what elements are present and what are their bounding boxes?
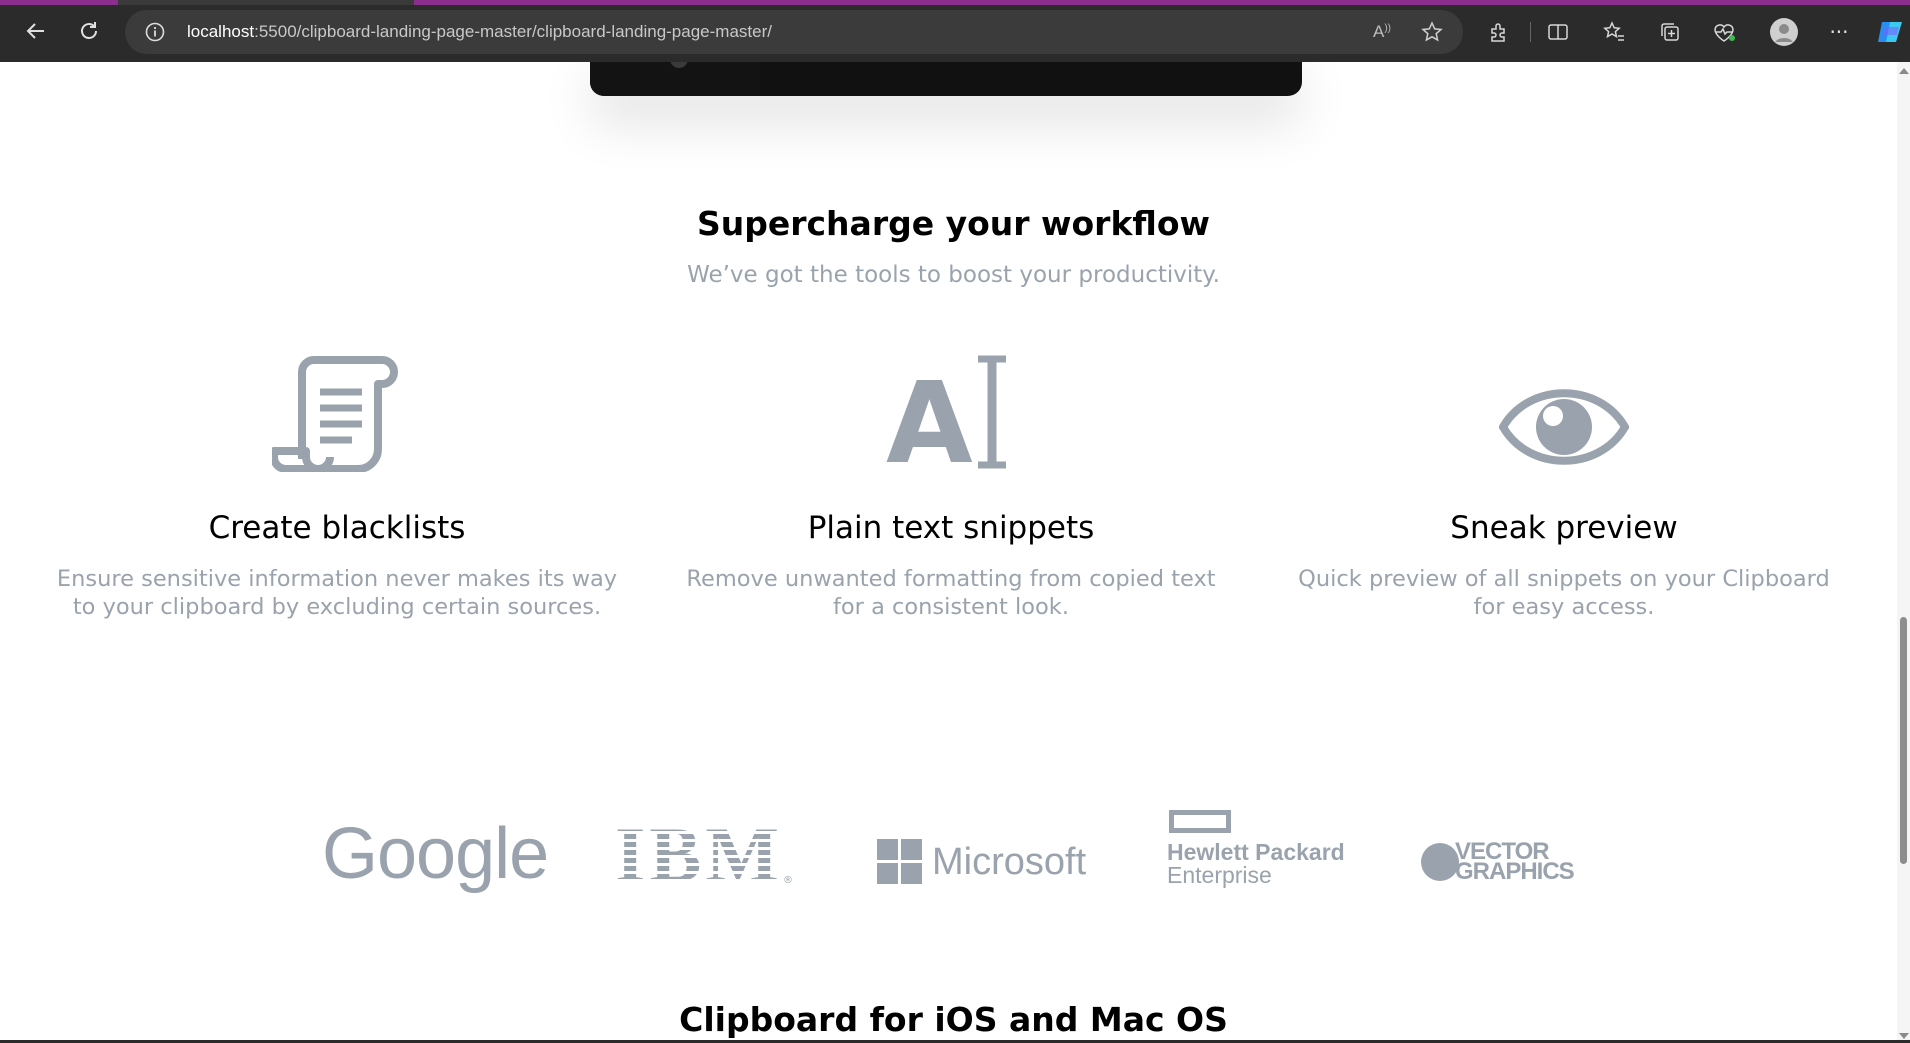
refresh-icon xyxy=(81,22,97,39)
feature-title: Sneak preview xyxy=(1450,510,1678,546)
vector-graphics-wordmark: VECTOR GRAPHICS xyxy=(1455,840,1575,885)
ibm-logo-text: IBM xyxy=(615,811,783,898)
google-logo: Google xyxy=(322,814,549,894)
active-tab-indicator[interactable] xyxy=(118,0,414,5)
ios-mac-section-title: Clipboard for iOS and Mac OS xyxy=(679,1000,1228,1039)
feature-description: Remove unwanted formatting from copied t… xyxy=(651,565,1251,621)
feature-desc-line: to your clipboard by excluding certain s… xyxy=(72,594,602,620)
vector-graphics-line2: GRAPHICS xyxy=(1455,858,1575,885)
browser-essentials-icon[interactable] xyxy=(1711,19,1737,45)
scroll-down-arrow[interactable] xyxy=(1899,1033,1909,1039)
more-options-icon[interactable]: ··· xyxy=(1826,19,1852,45)
read-aloud-label: A xyxy=(1372,22,1385,41)
url-host: localhost xyxy=(187,22,255,41)
collections-icon[interactable] xyxy=(1657,19,1683,45)
page-viewport: Supercharge your workflow We’ve got the … xyxy=(5,62,1902,1040)
url-path: :5500/clipboard-landing-page-master/clip… xyxy=(254,22,772,41)
favorite-star-icon[interactable] xyxy=(1420,20,1444,44)
toolbar-divider xyxy=(1530,22,1531,42)
device-mockup-image xyxy=(590,62,1302,96)
eye-icon xyxy=(1264,352,1864,472)
more-options-label: ··· xyxy=(1829,20,1849,44)
feature-title: Create blacklists xyxy=(208,510,466,546)
microsoft-logo: Microsoft xyxy=(877,832,1086,892)
feature-description: Ensure sensitive information never makes… xyxy=(37,565,637,621)
feature-desc-line: Quick preview of all snippets on your Cl… xyxy=(1298,566,1830,592)
scrollbar-thumb[interactable] xyxy=(1900,617,1907,864)
svg-text:A: A xyxy=(886,359,973,472)
extensions-icon[interactable] xyxy=(1486,19,1512,45)
feature-desc-line: for a consistent look. xyxy=(833,594,1069,620)
feature-desc-line: for easy access. xyxy=(1473,594,1655,620)
site-info-icon[interactable] xyxy=(145,22,165,42)
hpe-logo-line2: Enterprise xyxy=(1167,862,1272,888)
hpe-logo-line1: Hewlett Packard xyxy=(1167,839,1345,865)
hpe-logo: Hewlett Packard Enterprise xyxy=(1167,810,1345,887)
vertical-scrollbar[interactable] xyxy=(1897,62,1910,1043)
microsoft-logo-text: Microsoft xyxy=(932,840,1087,883)
tab-strip xyxy=(0,0,1910,5)
back-button[interactable] xyxy=(20,15,52,47)
split-screen-icon[interactable] xyxy=(1545,19,1571,45)
url-text[interactable]: localhost:5500/clipboard-landing-page-ma… xyxy=(187,22,772,42)
text-cursor-icon: A xyxy=(651,352,1251,472)
feature-desc-line: Remove unwanted formatting from copied t… xyxy=(686,566,1216,592)
address-bar[interactable]: localhost:5500/clipboard-landing-page-ma… xyxy=(125,10,1463,54)
vector-graphics-circle-icon xyxy=(1421,843,1459,881)
feature-desc-line: Ensure sensitive information never makes… xyxy=(56,566,618,592)
workflow-title: Supercharge your workflow xyxy=(696,204,1211,243)
blacklist-scroll-icon xyxy=(37,352,637,472)
hpe-rectangle-icon xyxy=(1169,810,1231,833)
scroll-up-arrow[interactable] xyxy=(1899,68,1909,74)
ibm-logo: IBM ® xyxy=(615,811,793,898)
read-aloud-icon[interactable]: A)) xyxy=(1370,20,1394,44)
workflow-subtitle: We’ve got the tools to boost your produc… xyxy=(687,262,1220,288)
vector-graphics-logo: VECTOR GRAPHICS xyxy=(1421,840,1575,885)
google-logo-text: Google xyxy=(322,814,549,894)
feature-description: Quick preview of all snippets on your Cl… xyxy=(1264,565,1864,621)
browser-toolbar: localhost:5500/clipboard-landing-page-ma… xyxy=(0,0,1910,62)
refresh-button[interactable] xyxy=(73,15,105,47)
copilot-icon[interactable] xyxy=(1875,19,1907,45)
microsoft-squares-icon xyxy=(877,839,922,884)
profile-avatar[interactable] xyxy=(1769,17,1799,47)
favorites-icon[interactable] xyxy=(1601,19,1627,45)
back-arrow-icon xyxy=(26,23,44,39)
feature-title: Plain text snippets xyxy=(807,510,1095,546)
registered-mark: ® xyxy=(783,874,793,886)
